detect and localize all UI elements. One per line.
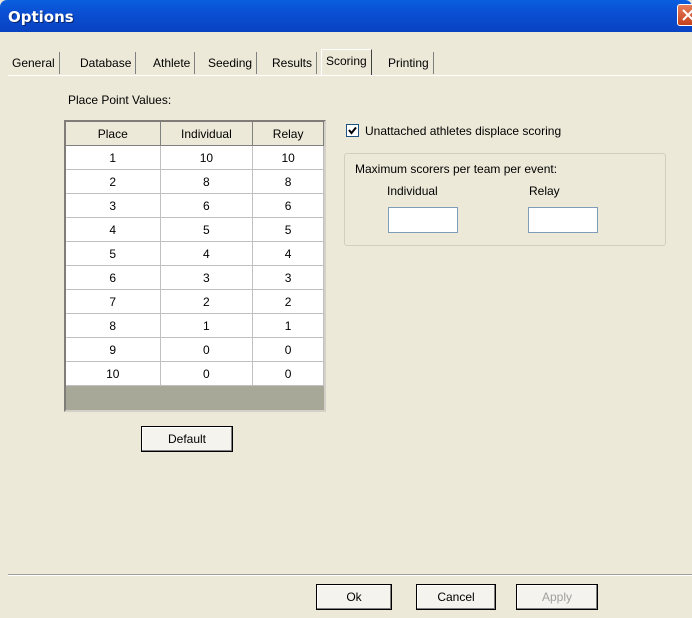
table-row[interactable]: 633 xyxy=(66,265,324,290)
column-header-relay[interactable]: Relay xyxy=(252,122,324,146)
table-row[interactable]: 1 10 10 xyxy=(66,145,324,170)
individual-points-cell[interactable]: 1 xyxy=(160,313,254,338)
max-relay-label: Relay xyxy=(529,184,560,198)
table-row[interactable]: 288 xyxy=(66,169,324,194)
max-scorers-label: Maximum scorers per team per event: xyxy=(355,162,558,176)
grid-header-row: Place Individual Relay xyxy=(66,122,324,146)
tab-general[interactable]: General xyxy=(8,52,60,74)
relay-points-cell[interactable]: 8 xyxy=(252,169,324,194)
unattached-scoring-checkbox[interactable] xyxy=(346,124,359,137)
place-cell[interactable]: 5 xyxy=(66,241,161,266)
max-individual-label: Individual xyxy=(387,184,438,198)
place-cell[interactable]: 4 xyxy=(66,217,161,242)
place-cell[interactable]: 9 xyxy=(66,337,161,362)
tab-database[interactable]: Database xyxy=(76,52,137,74)
cancel-button[interactable]: Cancel xyxy=(416,584,496,610)
table-row[interactable]: 455 xyxy=(66,217,324,242)
window-title: Options xyxy=(8,8,74,26)
table-row[interactable]: 900 xyxy=(66,337,324,362)
place-cell[interactable]: 6 xyxy=(66,265,161,290)
max-relay-field[interactable] xyxy=(528,207,598,233)
tab-panel-border xyxy=(8,75,692,76)
individual-points-cell[interactable]: 3 xyxy=(160,265,254,290)
close-button[interactable] xyxy=(677,4,692,26)
unattached-scoring-label: Unattached athletes displace scoring xyxy=(365,124,562,138)
place-cell[interactable]: 10 xyxy=(66,361,161,386)
individual-points-cell[interactable]: 0 xyxy=(160,361,254,386)
column-header-place[interactable]: Place xyxy=(66,122,161,146)
tab-results[interactable]: Results xyxy=(268,52,318,74)
relay-points-cell[interactable]: 3 xyxy=(252,265,324,290)
table-row[interactable]: 10 0 0 xyxy=(66,361,324,386)
individual-points-cell[interactable]: 0 xyxy=(160,337,254,362)
relay-points-cell[interactable]: 0 xyxy=(252,361,324,386)
column-header-individual[interactable]: Individual xyxy=(160,122,254,146)
place-point-values-grid[interactable]: Place Individual Relay 1 10 10 2 8 8 3 6 6 4 5 5 5 4 4… xyxy=(64,120,326,412)
individual-points-cell[interactable]: 10 xyxy=(160,145,254,170)
individual-points-cell[interactable]: 2 xyxy=(160,289,254,314)
individual-points-cell[interactable]: 6 xyxy=(160,193,254,218)
table-row[interactable]: 722 xyxy=(66,289,324,314)
max-scorers-group: Maximum scorers per team per event: Indi… xyxy=(344,153,666,246)
table-row[interactable]: 544 xyxy=(66,241,324,266)
relay-points-cell[interactable]: 6 xyxy=(252,193,324,218)
relay-points-cell[interactable]: 2 xyxy=(252,289,324,314)
table-row[interactable]: 811 xyxy=(66,313,324,338)
tab-scoring[interactable]: Scoring xyxy=(321,49,372,75)
tab-athlete[interactable]: Athlete xyxy=(149,52,196,74)
relay-points-cell[interactable]: 10 xyxy=(252,145,324,170)
place-point-values-label: Place Point Values: xyxy=(68,93,172,107)
default-button[interactable]: Default xyxy=(141,426,233,452)
close-icon xyxy=(682,9,692,21)
individual-points-cell[interactable]: 4 xyxy=(160,241,254,266)
individual-points-cell[interactable]: 5 xyxy=(160,217,254,242)
place-cell[interactable]: 3 xyxy=(66,193,161,218)
place-cell[interactable]: 8 xyxy=(66,313,161,338)
place-cell[interactable]: 7 xyxy=(66,289,161,314)
footer-divider-highlight xyxy=(8,575,692,576)
tab-printing[interactable]: Printing xyxy=(384,52,434,74)
relay-points-cell[interactable]: 5 xyxy=(252,217,324,242)
relay-points-cell[interactable]: 4 xyxy=(252,241,324,266)
table-row[interactable]: 366 xyxy=(66,193,324,218)
tab-seeding[interactable]: Seeding xyxy=(204,52,258,74)
max-individual-field[interactable] xyxy=(388,207,458,233)
title-bar[interactable]: Options xyxy=(0,0,692,32)
place-cell[interactable]: 2 xyxy=(66,169,161,194)
individual-points-cell[interactable]: 8 xyxy=(160,169,254,194)
place-cell[interactable]: 1 xyxy=(66,145,161,170)
relay-points-cell[interactable]: 0 xyxy=(252,337,324,362)
apply-button[interactable]: Apply xyxy=(516,584,598,610)
relay-points-cell[interactable]: 1 xyxy=(252,313,324,338)
ok-button[interactable]: Ok xyxy=(316,584,392,610)
checkmark-icon xyxy=(348,126,357,135)
